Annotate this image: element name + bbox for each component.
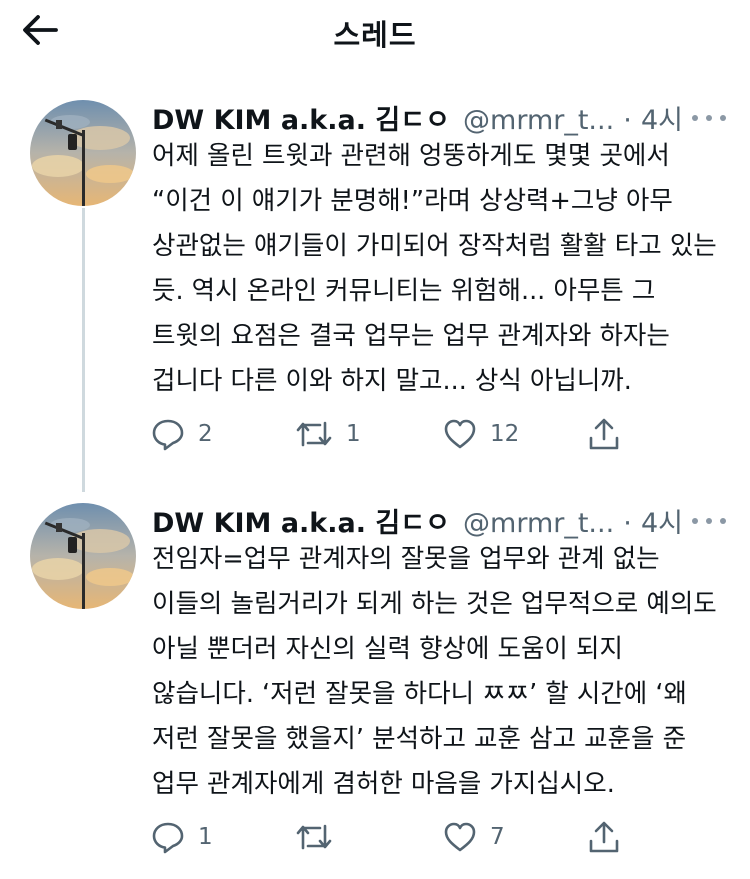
retweet-icon [296,824,332,850]
retweet-button[interactable] [294,817,346,857]
separator-dot: · [623,105,632,136]
like-count: 7 [490,824,505,850]
author-handle[interactable]: @mrmr_t... [463,508,614,539]
retweet-count: 1 [346,421,361,447]
tweet-actions: 1 7 [150,817,630,857]
avatar[interactable] [30,503,136,609]
share-icon [589,821,619,853]
more-button[interactable] [688,505,730,535]
top-app-bar: 스레드 [0,0,750,62]
tweet: DW KIM a.k.a. 김ㄷㅇ @mrmr_t... · 4시 전임자=업무… [0,501,750,871]
heart-icon [444,822,476,852]
author-name[interactable]: DW KIM a.k.a. 김ㄷㅇ [152,508,450,539]
retweet-button[interactable]: 1 [294,414,361,454]
share-button[interactable] [586,817,622,857]
author-name[interactable]: DW KIM a.k.a. 김ㄷㅇ [152,105,450,136]
retweet-icon [296,421,332,447]
timestamp[interactable]: 4시 [641,508,683,539]
avatar-image [30,100,136,206]
tweet-text: 전임자=업무 관계자의 잘못을 업무와 관계 없는 이들의 놀림거리가 되게 하… [152,544,717,799]
like-button[interactable]: 12 [442,414,519,454]
tweet-header: DW KIM a.k.a. 김ㄷㅇ @mrmr_t... · 4시 [152,501,730,541]
reply-button[interactable]: 2 [150,414,213,454]
reply-button[interactable]: 1 [150,817,213,857]
heart-icon [444,419,476,449]
like-count: 12 [490,421,520,447]
timestamp[interactable]: 4시 [641,105,683,136]
page-title: 스레드 [333,18,417,52]
tweet-text: 어제 올린 트윗과 관련해 엉뚱하게도 몇몇 곳에서 “이건 이 얘기가 분명해… [152,141,717,396]
reply-icon [152,822,184,854]
tweet: DW KIM a.k.a. 김ㄷㅇ @mrmr_t... · 4시 어제 올린 … [0,98,750,458]
share-icon [589,418,619,450]
reply-count: 1 [198,824,213,850]
more-button[interactable] [688,102,730,132]
share-button[interactable] [586,414,622,454]
avatar-image [30,503,136,609]
avatar[interactable] [30,100,136,206]
tweet-header: DW KIM a.k.a. 김ㄷㅇ @mrmr_t... · 4시 [152,98,730,138]
tweet-actions: 2 1 12 [150,414,630,454]
separator-dot: · [623,508,632,539]
reply-icon [152,419,184,451]
like-button[interactable]: 7 [442,817,505,857]
author-handle[interactable]: @mrmr_t... [463,105,614,136]
reply-count: 2 [198,421,213,447]
